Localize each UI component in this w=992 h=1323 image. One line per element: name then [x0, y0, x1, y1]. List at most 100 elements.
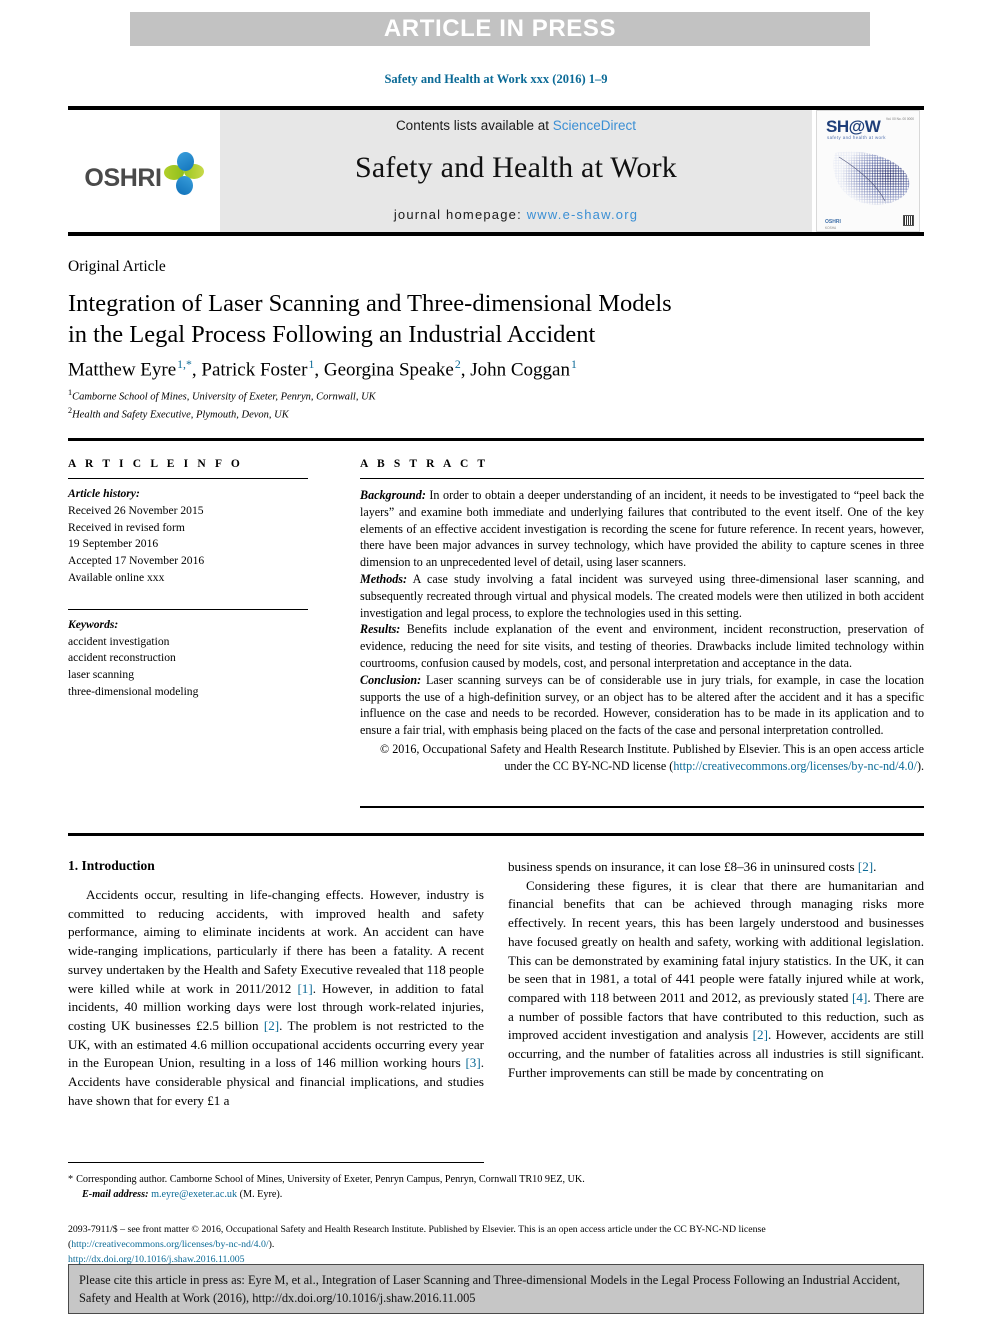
- abstract-bottom-rule: [360, 806, 924, 808]
- asterisk-icon: *: [68, 1174, 74, 1185]
- citation-ref[interactable]: [2]: [264, 1018, 279, 1033]
- affiliation-text: Health and Safety Executive, Plymouth, D…: [72, 409, 289, 421]
- citation-ref[interactable]: [2]: [858, 859, 873, 874]
- article-title-line-1: Integration of Laser Scanning and Three-…: [68, 290, 672, 317]
- info-section-top-rule: [68, 438, 924, 441]
- cover-stipple-wing-graphic: [833, 151, 910, 205]
- abstract-column: A B S T R A C T Background: In order to …: [360, 458, 924, 775]
- contents-available-line: Contents lists available at ScienceDirec…: [396, 118, 636, 133]
- author-affiliation-marker[interactable]: 1,*: [176, 358, 192, 371]
- contents-prefix: Contents lists available at: [395, 118, 553, 133]
- footnote-rule: [68, 1162, 484, 1164]
- article-history-item: 19 September 2016: [68, 537, 159, 551]
- abstract-label-conclusion: Conclusion:: [360, 672, 422, 687]
- body-paragraph: Accidents occur, resulting in life-chang…: [68, 886, 484, 1111]
- corresponding-author-text: Corresponding author. Camborne School of…: [76, 1174, 585, 1185]
- oshri-pinwheel-icon: [163, 151, 204, 197]
- article-title: Integration of Laser Scanning and Three-…: [68, 288, 898, 351]
- citation-ref[interactable]: [4]: [852, 990, 867, 1005]
- author-name: Matthew Eyre: [68, 359, 177, 381]
- article-in-press-banner: ARTICLE IN PRESS: [130, 12, 870, 46]
- abstract-paragraph-conclusion: Conclusion: Laser scanning surveys can b…: [360, 672, 924, 739]
- body-paragraph: business spends on insurance, it can los…: [508, 858, 924, 877]
- copyright-suffix: ).: [916, 758, 924, 773]
- article-history-item: Available online xxx: [68, 570, 165, 584]
- article-type-label: Original Article: [68, 258, 166, 275]
- author-affiliation-marker[interactable]: 2: [454, 358, 461, 371]
- body-text-run: Accidents occur, resulting in life-chang…: [68, 887, 484, 996]
- license-line: (http://creativecommons.org/licenses/by-…: [68, 1237, 928, 1252]
- abstract-copyright-line: © 2016, Occupational Safety and Health R…: [360, 741, 924, 775]
- journal-cover-cell: Vol. 00 No. 00 0000 SH@W safety and heal…: [812, 110, 924, 232]
- body-text-run: business spends on insurance, it can los…: [508, 859, 858, 874]
- corresponding-author-footnote: * Corresponding author. Camborne School o…: [68, 1172, 928, 1203]
- body-top-rule: [68, 833, 924, 836]
- body-column-right: business spends on insurance, it can los…: [508, 858, 924, 1083]
- journal-article-page: ARTICLE IN PRESS Safety and Health at Wo…: [0, 0, 992, 1323]
- abstract-label-background: Background:: [360, 488, 426, 502]
- journal-masthead: OSHRI Contents lists available at Scienc…: [68, 110, 924, 232]
- abstract-heading: A B S T R A C T: [360, 458, 489, 470]
- cc-license-link-footer[interactable]: http://creativecommons.org/licenses/by-n…: [71, 1239, 268, 1250]
- journal-title: Safety and Health at Work: [355, 151, 677, 184]
- affiliation-list: 1Camborne School of Mines, University of…: [68, 387, 908, 422]
- keywords-block: Keywords: accident investigation acciden…: [68, 617, 308, 701]
- affiliation-text: Camborne School of Mines, University of …: [72, 391, 376, 403]
- oshri-logo: OSHRI: [84, 151, 204, 206]
- journal-cover-thumbnail: Vol. 00 No. 00 0000 SH@W safety and heal…: [816, 110, 920, 232]
- citation-ref[interactable]: [2]: [753, 1027, 768, 1042]
- oshri-logo-cell: OSHRI: [68, 110, 220, 232]
- author-affiliation-marker[interactable]: 1: [307, 358, 314, 371]
- body-column-left: 1. Introduction Accidents occur, resulti…: [68, 858, 484, 1111]
- affiliation-item: 2Health and Safety Executive, Plymouth, …: [68, 405, 908, 423]
- abstract-text-results: Benefits include explanation of the even…: [360, 622, 924, 670]
- keyword-item: laser scanning: [68, 668, 134, 682]
- email-line: E-mail address: m.eyre@exeter.ac.uk (M. …: [68, 1187, 928, 1202]
- keyword-item: three-dimensional modeling: [68, 684, 199, 698]
- abstract-text-background: In order to obtain a deeper understandin…: [360, 488, 924, 570]
- sciencedirect-link[interactable]: ScienceDirect: [553, 118, 636, 133]
- article-history-item: Received in revised form: [68, 520, 185, 534]
- article-history-item: Received 26 November 2015: [68, 503, 204, 517]
- issn-copyright-line: 2093-7911/$ – see front matter © 2016, O…: [68, 1222, 928, 1237]
- author-name: Georgina Speake: [323, 359, 454, 381]
- cc-license-link[interactable]: http://creativecommons.org/licenses/by-n…: [673, 759, 917, 773]
- email-label: E-mail address:: [82, 1189, 149, 1201]
- citation-ref[interactable]: [1]: [297, 981, 312, 996]
- keywords-divider: [68, 608, 308, 610]
- cover-oshri-mark: OSHRI: [825, 219, 841, 225]
- issn-text: 2093-7911/$ – see front matter © 2016, O…: [68, 1224, 766, 1235]
- journal-reference-line: Safety and Health at Work xxx (2016) 1–9: [384, 72, 608, 86]
- author-name: John Coggan: [470, 359, 570, 381]
- email-suffix: (M. Eyre).: [237, 1189, 283, 1201]
- abstract-label-methods: Methods:: [360, 571, 408, 586]
- please-cite-text: Please cite this article in press as: Ey…: [79, 1273, 901, 1305]
- citation-ref[interactable]: [3]: [465, 1055, 480, 1070]
- article-info-heading: A R T I C L E I N F O: [68, 458, 243, 470]
- article-info-divider: [68, 478, 308, 479]
- masthead-bottom-rule: [68, 232, 924, 236]
- article-history-block: Article history: Received 26 November 20…: [68, 486, 308, 587]
- keyword-item: accident investigation: [68, 634, 170, 648]
- author-email-link[interactable]: m.eyre@exeter.ac.uk: [151, 1189, 237, 1200]
- article-history-item: Accepted 17 November 2016: [68, 554, 205, 568]
- journal-homepage-link[interactable]: www.e-shaw.org: [527, 207, 638, 222]
- abstract-divider: [360, 478, 924, 479]
- abstract-text-methods: A case study involving a fatal incident …: [360, 571, 924, 620]
- body-text-run: .: [873, 859, 877, 874]
- abstract-paragraph-methods: Methods: A case study involving a fatal …: [360, 571, 924, 621]
- author-name: Patrick Foster: [201, 359, 308, 381]
- abstract-paragraph-background: Background: In order to obtain a deeper …: [360, 487, 924, 571]
- homepage-prefix: journal homepage:: [393, 207, 527, 222]
- abstract-text-conclusion: Laser scanning surveys can be of conside…: [360, 672, 924, 738]
- abstract-paragraph-results: Results: Benefits include explanation of…: [360, 621, 924, 671]
- author-affiliation-marker[interactable]: 1: [570, 358, 577, 371]
- article-in-press-label: ARTICLE IN PRESS: [383, 15, 617, 42]
- cover-barcode-icon: [903, 215, 914, 226]
- keyword-item: accident reconstruction: [68, 651, 176, 665]
- article-info-column: A R T I C L E I N F O Article history: R…: [68, 458, 308, 701]
- affiliation-item: 1Camborne School of Mines, University of…: [68, 387, 908, 405]
- article-history-label: Article history:: [68, 487, 140, 500]
- article-title-line-2: in the Legal Process Following an Indust…: [68, 321, 596, 349]
